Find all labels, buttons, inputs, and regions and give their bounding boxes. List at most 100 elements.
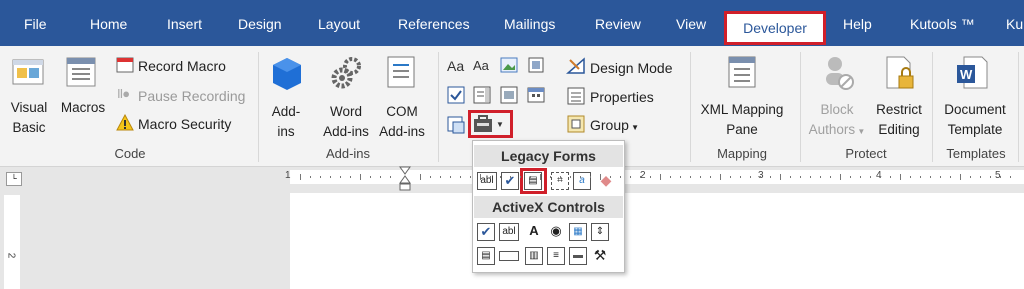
ruler-tick bbox=[970, 176, 971, 178]
ruler-tick bbox=[960, 174, 961, 180]
activex-check-box-icon[interactable]: ✔ bbox=[477, 223, 495, 241]
tab-kutools-plus[interactable]: Ku bbox=[1006, 14, 1023, 34]
visual-basic-icon bbox=[12, 59, 44, 85]
activex-label-icon[interactable]: A bbox=[525, 223, 543, 241]
ruler-tick bbox=[660, 174, 661, 180]
ruler-tick bbox=[760, 176, 761, 178]
document-template-label-2: Template bbox=[947, 122, 1003, 137]
indent-marker-icon[interactable] bbox=[398, 166, 412, 192]
tab-file[interactable]: File bbox=[24, 14, 47, 34]
tab-home[interactable]: Home bbox=[90, 14, 127, 34]
tab-developer[interactable]: Developer bbox=[724, 11, 826, 45]
ruler-tick bbox=[500, 176, 501, 178]
vertical-ruler[interactable] bbox=[4, 195, 20, 289]
add-ins-button[interactable]: Add- ins bbox=[266, 102, 306, 142]
design-mode-button[interactable]: Design Mode bbox=[590, 58, 673, 78]
macros-icon bbox=[66, 57, 96, 87]
xml-mapping-label-1: XML Mapping bbox=[700, 102, 784, 117]
check-box-control-icon[interactable] bbox=[447, 86, 465, 104]
ruler-tick bbox=[910, 176, 911, 178]
ruler-tick bbox=[490, 176, 491, 178]
check-box-form-field-icon[interactable]: ✔ bbox=[501, 172, 519, 190]
tab-layout[interactable]: Layout bbox=[318, 14, 360, 34]
activex-command-button-icon[interactable] bbox=[499, 251, 519, 261]
activex-combo-box-icon[interactable]: ▥ bbox=[525, 247, 543, 265]
properties-button[interactable]: Properties bbox=[590, 87, 654, 107]
ruler-tick bbox=[750, 176, 751, 178]
xml-mapping-pane-button[interactable]: XML Mapping Pane bbox=[694, 100, 790, 140]
com-add-ins-label-2: Add-ins bbox=[379, 124, 425, 139]
pause-recording-button[interactable]: Pause Recording bbox=[138, 86, 245, 106]
tab-view[interactable]: View bbox=[676, 14, 706, 34]
activex-text-box-icon[interactable]: abl bbox=[499, 223, 519, 241]
tab-design[interactable]: Design bbox=[238, 14, 282, 34]
activex-toggle-button-icon[interactable]: ≡ bbox=[547, 247, 565, 265]
activex-option-button-icon[interactable]: ◉ bbox=[547, 223, 565, 241]
ruler-tick bbox=[330, 176, 331, 178]
activex-spin-button-icon[interactable]: ⇕ bbox=[591, 223, 609, 241]
plain-text-content-control-icon[interactable]: Aa bbox=[473, 58, 489, 73]
form-field-shading-icon[interactable]: a bbox=[573, 172, 591, 190]
xml-mapping-pane-icon bbox=[728, 56, 756, 88]
picture-content-control-icon[interactable] bbox=[500, 56, 518, 74]
restrict-editing-label-2: Editing bbox=[878, 122, 920, 137]
document-template-icon: W bbox=[957, 56, 988, 89]
block-authors-label-2: Authors bbox=[808, 122, 856, 137]
visual-basic-button[interactable]: Visual Basic bbox=[9, 98, 49, 138]
macro-security-button[interactable]: Macro Security bbox=[138, 114, 231, 134]
tab-review[interactable]: Review bbox=[595, 14, 641, 34]
word-add-ins-button[interactable]: Word Add-ins bbox=[320, 102, 372, 142]
tab-mailings[interactable]: Mailings bbox=[504, 14, 555, 34]
ruler-tick bbox=[1000, 176, 1001, 178]
activex-image-icon[interactable]: ▦ bbox=[569, 223, 587, 241]
com-add-ins-button[interactable]: COM Add-ins bbox=[376, 102, 428, 142]
document-template-button[interactable]: Document Template bbox=[938, 100, 1012, 140]
date-picker-control-icon[interactable] bbox=[527, 86, 545, 104]
com-add-ins-icon bbox=[387, 56, 415, 88]
ruler-tick bbox=[610, 176, 611, 178]
ruler-tick bbox=[670, 176, 671, 178]
more-controls-icon[interactable]: ⚒ bbox=[591, 247, 609, 265]
ruler-tick bbox=[300, 174, 301, 180]
ruler-tick bbox=[450, 176, 451, 178]
block-authors-button[interactable]: Block Authors ▼ bbox=[804, 100, 870, 142]
pause-icon: II● bbox=[117, 86, 130, 101]
restrict-editing-button[interactable]: Restrict Editing bbox=[870, 100, 928, 140]
group-label-code: Code bbox=[114, 146, 146, 161]
insert-frame-icon[interactable]: ⌗ bbox=[551, 172, 569, 190]
ruler-tick bbox=[470, 176, 471, 178]
ruler-tick bbox=[710, 176, 711, 178]
rich-text-content-control-icon[interactable]: Aa bbox=[447, 58, 464, 74]
drop-down-list-control-icon[interactable] bbox=[500, 86, 518, 104]
tab-help[interactable]: Help bbox=[843, 14, 872, 34]
repeating-section-control-icon[interactable] bbox=[447, 116, 465, 134]
ruler-tick bbox=[350, 176, 351, 178]
activex-controls-header: ActiveX Controls bbox=[474, 196, 623, 218]
tab-selector-icon[interactable]: └ bbox=[6, 172, 22, 186]
ruler-tick bbox=[320, 176, 321, 178]
add-ins-icon bbox=[273, 58, 301, 90]
ruler-tick bbox=[900, 174, 901, 180]
ruler-tick bbox=[550, 176, 551, 178]
activex-scroll-bar-icon[interactable]: ▬ bbox=[569, 247, 587, 265]
building-block-control-icon[interactable] bbox=[527, 56, 545, 74]
group-button[interactable]: Group ▼ bbox=[590, 115, 639, 138]
activex-list-box-icon[interactable]: ▤ bbox=[477, 247, 495, 265]
tab-kutools[interactable]: Kutools ™ bbox=[910, 14, 975, 34]
ruler-tick bbox=[570, 176, 571, 178]
ruler-tick bbox=[510, 176, 511, 178]
legacy-tools-dropdown: Legacy Forms abl ✔ ▤ ⌗ a ◆ ActiveX Contr… bbox=[472, 140, 625, 273]
tab-references[interactable]: References bbox=[398, 14, 470, 34]
ruler-tick bbox=[930, 176, 931, 178]
record-macro-button[interactable]: Record Macro bbox=[138, 56, 226, 76]
block-authors-dropdown-icon: ▼ bbox=[855, 127, 866, 136]
document-page[interactable] bbox=[290, 193, 1024, 289]
group-separator bbox=[258, 52, 259, 162]
macros-button[interactable]: Macros bbox=[58, 98, 108, 118]
drop-down-form-field-highlight bbox=[520, 168, 547, 194]
ruler-tick bbox=[920, 176, 921, 178]
tab-insert[interactable]: Insert bbox=[167, 14, 202, 34]
combo-box-control-icon[interactable] bbox=[473, 86, 491, 104]
design-mode-icon bbox=[566, 57, 585, 74]
ruler-tick bbox=[940, 176, 941, 178]
